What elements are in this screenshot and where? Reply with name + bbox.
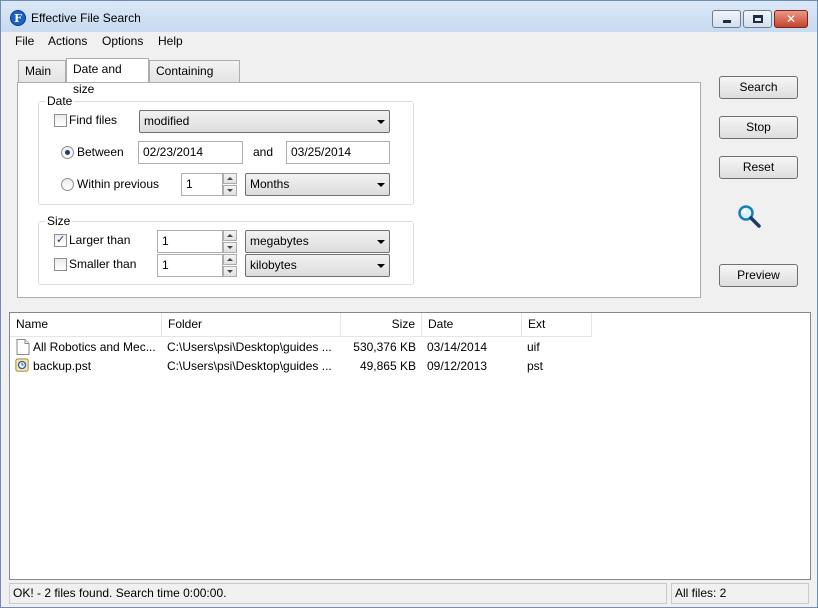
- column-header-date[interactable]: Date: [422, 313, 522, 337]
- larger-unit-value: megabytes: [250, 234, 309, 248]
- window-title: Effective File Search: [31, 11, 141, 25]
- row-size: 530,376 KB: [353, 340, 416, 354]
- within-previous-label: Within previous: [77, 177, 160, 191]
- minimize-button[interactable]: [712, 10, 741, 28]
- column-header-size[interactable]: Size: [341, 313, 422, 337]
- stop-button[interactable]: Stop: [719, 116, 798, 139]
- within-unit-value: Months: [250, 177, 290, 191]
- menu-actions[interactable]: Actions: [48, 34, 87, 48]
- smaller-value-stepper[interactable]: [223, 254, 237, 277]
- from-date-field[interactable]: 02/23/2014: [138, 141, 243, 164]
- column-header-name[interactable]: Name: [10, 313, 162, 337]
- to-date-field[interactable]: 03/25/2014: [286, 141, 390, 164]
- larger-value-stepper[interactable]: [223, 230, 237, 253]
- and-label: and: [253, 145, 274, 159]
- row-folder: C:\Users\psi\Desktop\guides ...: [167, 340, 332, 354]
- row-size: 49,865 KB: [359, 359, 416, 373]
- smaller-value-field[interactable]: 1: [157, 254, 223, 277]
- chevron-down-icon: [377, 240, 385, 244]
- reset-button[interactable]: Reset: [719, 156, 798, 179]
- menu-file[interactable]: File: [15, 34, 34, 48]
- stepper-down-icon[interactable]: [223, 185, 237, 196]
- title-bar: F Effective File Search ✕: [1, 1, 817, 32]
- app-window: F Effective File Search ✕ File Actions O…: [0, 0, 818, 608]
- smaller-than-label: Smaller than: [69, 257, 137, 271]
- between-label: Between: [77, 145, 124, 159]
- results-list[interactable]: Name Folder Size Date Ext All Robotics a…: [9, 312, 811, 580]
- preview-button[interactable]: Preview: [719, 264, 798, 287]
- close-icon: ✕: [785, 12, 797, 26]
- menu-options[interactable]: Options: [102, 34, 143, 48]
- row-name: All Robotics and Mec...: [33, 340, 156, 354]
- stepper-down-icon[interactable]: [223, 266, 237, 277]
- row-name: backup.pst: [33, 359, 92, 373]
- maximize-button[interactable]: [743, 10, 772, 28]
- menu-bar: File Actions Options Help: [1, 32, 817, 51]
- larger-than-checkbox[interactable]: [54, 233, 67, 247]
- within-unit-dropdown[interactable]: Months: [245, 173, 390, 196]
- find-files-checkbox[interactable]: [54, 114, 67, 127]
- maximize-icon: [753, 15, 763, 23]
- search-button[interactable]: Search: [719, 76, 798, 99]
- app-logo-icon: F: [10, 10, 26, 26]
- document-icon: [16, 339, 30, 355]
- date-type-dropdown[interactable]: modified: [139, 110, 390, 133]
- status-message: OK! - 2 files found. Search time 0:00:00…: [9, 583, 667, 604]
- status-file-count: All files: 2: [671, 583, 809, 604]
- column-header-folder[interactable]: Folder: [162, 313, 341, 337]
- within-value-field[interactable]: 1: [181, 173, 223, 196]
- date-group-label: Date: [45, 94, 75, 108]
- date-and-size-panel: Date Find files modified Between 02/23/2…: [17, 82, 701, 298]
- find-files-label: Find files: [69, 113, 118, 127]
- row-date: 09/12/2013: [427, 359, 488, 373]
- larger-unit-dropdown[interactable]: megabytes: [245, 230, 390, 253]
- row-ext: uif: [527, 340, 540, 354]
- larger-value-field[interactable]: 1: [157, 230, 223, 253]
- row-date: 03/14/2014: [427, 340, 488, 354]
- within-previous-radio[interactable]: [61, 178, 74, 191]
- between-radio[interactable]: [61, 146, 74, 159]
- stepper-up-icon[interactable]: [223, 230, 237, 241]
- row-ext: pst: [527, 359, 544, 373]
- minimize-icon: [723, 20, 731, 23]
- date-type-value: modified: [144, 114, 190, 128]
- row-folder: C:\Users\psi\Desktop\guides ...: [167, 359, 332, 373]
- menu-help[interactable]: Help: [158, 34, 183, 48]
- tab-date-and-size[interactable]: Date and size: [66, 58, 149, 96]
- column-header-ext[interactable]: Ext: [522, 313, 592, 337]
- outlook-data-file-icon: [15, 358, 29, 372]
- close-button[interactable]: ✕: [774, 10, 808, 28]
- chevron-down-icon: [377, 183, 385, 187]
- size-group-label: Size: [45, 214, 73, 228]
- chevron-down-icon: [377, 120, 385, 124]
- stepper-up-icon[interactable]: [223, 254, 237, 265]
- tab-main[interactable]: Main: [18, 60, 66, 82]
- chevron-down-icon: [377, 264, 385, 268]
- tab-containing-text[interactable]: Containing text: [149, 60, 240, 98]
- within-value-stepper[interactable]: [223, 173, 237, 196]
- magnifier-icon: [738, 205, 761, 228]
- smaller-unit-value: kilobytes: [250, 258, 297, 272]
- larger-than-label: Larger than: [69, 233, 131, 247]
- stepper-down-icon[interactable]: [223, 242, 237, 253]
- status-bar: OK! - 2 files found. Search time 0:00:00…: [1, 582, 817, 607]
- stepper-up-icon[interactable]: [223, 173, 237, 184]
- smaller-than-checkbox[interactable]: [54, 258, 67, 271]
- smaller-unit-dropdown[interactable]: kilobytes: [245, 254, 390, 277]
